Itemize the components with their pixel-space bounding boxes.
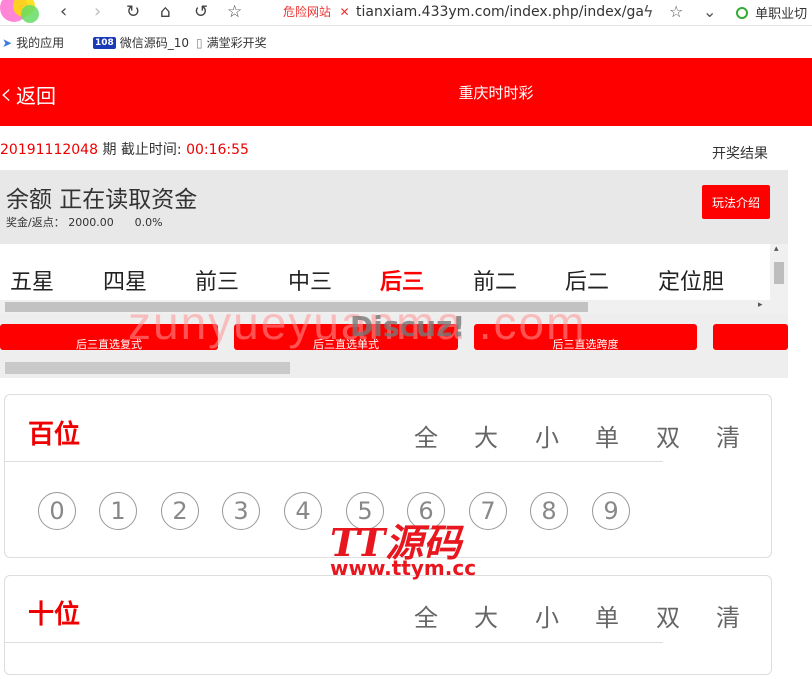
select-odd-option[interactable]: 单 [595, 418, 619, 453]
select-odd-option[interactable]: 单 [595, 598, 619, 633]
back-button[interactable]: ‹ 返回 [0, 76, 56, 112]
back-label: 返回 [16, 84, 56, 108]
bookmark-badge-icon: 108 [93, 36, 116, 49]
sub-play-more-button[interactable] [713, 324, 788, 350]
period-unit: 期 [102, 142, 117, 158]
page-title: 重庆时时彩 [458, 84, 534, 102]
period-info: 20191112048 期 截止时间: 00:16:55 [0, 139, 249, 159]
home-icon[interactable]: ⌂ [160, 2, 171, 22]
bookmark-label: 微信源码_10 [119, 36, 190, 50]
tabs-vscroll-thumb[interactable] [774, 262, 784, 284]
digit-ball[interactable]: 3 [222, 492, 260, 530]
select-small-option[interactable]: 小 [535, 418, 559, 453]
extension-label: 单职业切 [755, 7, 808, 22]
deadline-label: 截止时间: [120, 142, 182, 158]
watermark-discuz: Discuz! [350, 310, 466, 343]
select-even-option[interactable]: 双 [656, 598, 680, 633]
digit-ball[interactable]: 2 [161, 492, 199, 530]
results-link[interactable]: 开奖结果 [712, 143, 768, 163]
extension-ring-icon [736, 7, 748, 19]
danger-site-label: 危险网站 [283, 5, 332, 19]
bookmark-mantang[interactable]: ▯ 满堂彩开奖 [196, 34, 267, 51]
tab-housan[interactable]: 后三 [380, 264, 424, 296]
address-bar[interactable]: 危险网站 ✕ tianxiam.433ym.com/index.php/inde… [283, 3, 644, 20]
card-divider [5, 461, 663, 462]
chevron-left-icon: ‹ [0, 76, 12, 112]
deadline-value: 00:16:55 [186, 142, 249, 158]
browser-toolbar: ‹ › ↻ ⌂ ↺ ☆ 危险网站 ✕ tianxiam.433ym.com/in… [0, 0, 812, 26]
digit-ball[interactable]: 8 [530, 492, 568, 530]
watermark-url: www.ttym.cc [330, 556, 477, 580]
clear-option[interactable]: 清 [716, 598, 740, 633]
digit-ball[interactable]: 7 [469, 492, 507, 530]
tab-wuxing[interactable]: 五星 [10, 264, 54, 296]
balance-title: 余额 正在读取资金 [6, 187, 198, 213]
browser-logo-icon [0, 0, 39, 23]
bookmark-weixin[interactable]: 108 微信源码_10 [93, 34, 189, 51]
select-all-option[interactable]: 全 [414, 418, 438, 453]
tab-dingweidan[interactable]: 定位胆 [658, 264, 724, 296]
undo-icon[interactable]: ↺ [194, 2, 208, 22]
period-number: 20191112048 [0, 142, 98, 158]
insecure-lock-icon: ✕ [339, 5, 350, 19]
bookmark-apps[interactable]: ➤ 我的应用 [2, 34, 64, 51]
rules-intro-button[interactable]: 玩法介绍 [702, 185, 770, 219]
card-title: 百位 [28, 420, 81, 450]
apps-arrow-icon: ➤ [2, 35, 13, 50]
extension-button[interactable]: 单职业切 [736, 3, 807, 22]
digit-ball[interactable]: 0 [38, 492, 76, 530]
clear-option[interactable]: 清 [716, 418, 740, 453]
tab-zhongsan[interactable]: 中三 [288, 264, 332, 296]
tab-houer[interactable]: 后二 [565, 264, 609, 296]
digit-ball[interactable]: 9 [592, 492, 630, 530]
scroll-right-arrow-icon[interactable]: ▸ [758, 300, 763, 310]
star-bookmark-icon[interactable]: ☆ [227, 2, 242, 22]
page-icon: ▯ [196, 35, 203, 50]
select-big-option[interactable]: 大 [474, 598, 498, 633]
forward-nav-icon[interactable]: › [94, 2, 101, 22]
tab-qianer[interactable]: 前二 [473, 264, 517, 296]
reload-icon[interactable]: ↻ [126, 2, 140, 22]
url-text: tianxiam.433ym.com/index.php/index/ga [355, 4, 644, 20]
lightning-icon[interactable]: ϟ [643, 2, 654, 21]
select-even-option[interactable]: 双 [656, 418, 680, 453]
scroll-up-arrow-icon[interactable]: ▴ [774, 244, 779, 254]
select-small-option[interactable]: 小 [535, 598, 559, 633]
digit-ball[interactable]: 4 [284, 492, 322, 530]
select-big-option[interactable]: 大 [474, 418, 498, 453]
back-nav-icon[interactable]: ‹ [60, 2, 67, 22]
bookmark-label: 我的应用 [16, 36, 65, 50]
sub-play-scroll-thumb[interactable] [5, 362, 290, 374]
select-all-option[interactable]: 全 [414, 598, 438, 633]
bonus-rebate-text: 奖金/返点： 2000.00 0.0% [6, 216, 163, 229]
card-divider [5, 642, 663, 643]
chevron-down-icon[interactable]: ⌄ [703, 2, 716, 21]
tab-qiansan[interactable]: 前三 [195, 264, 239, 296]
tab-sixing[interactable]: 四星 [103, 264, 147, 296]
digit-ball[interactable]: 1 [99, 492, 137, 530]
card-title: 十位 [28, 600, 81, 630]
bookmark-label: 满堂彩开奖 [206, 36, 267, 50]
favorite-icon[interactable]: ☆ [669, 2, 683, 21]
